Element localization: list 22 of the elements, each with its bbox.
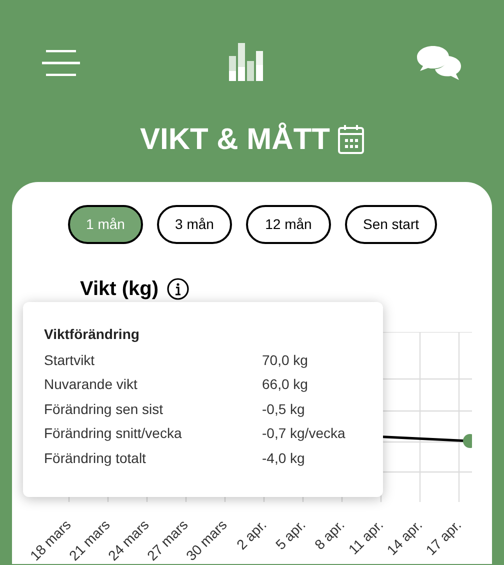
tooltip-title: Viktförändring bbox=[44, 325, 140, 344]
menu-icon[interactable] bbox=[42, 50, 80, 76]
stat-label: Förändring sen sist bbox=[44, 400, 164, 419]
calendar-icon[interactable] bbox=[338, 124, 364, 154]
stat-label: Förändring snitt/vecka bbox=[44, 424, 183, 444]
stat-value: -0,7 kg/vecka bbox=[262, 424, 346, 444]
period-button[interactable]: Sen start bbox=[345, 205, 437, 244]
axis-label: 5 apr. bbox=[271, 516, 310, 555]
stat-value: 66,0 kg bbox=[262, 375, 308, 394]
info-icon[interactable] bbox=[166, 278, 189, 300]
axis-label: 2 apr. bbox=[232, 516, 270, 555]
chart-title: Vikt (kg) bbox=[80, 277, 159, 302]
stat-value: -0,5 kg bbox=[262, 400, 305, 419]
stat-label: Startvikt bbox=[44, 350, 96, 370]
stat-value: -4,0 kg bbox=[262, 448, 305, 468]
stat-label: Nuvarande vikt bbox=[44, 375, 138, 394]
stat-value: 70,0 kg bbox=[262, 350, 308, 370]
period-button[interactable]: 12 mån bbox=[246, 205, 331, 244]
period-button[interactable]: 3 mån bbox=[157, 205, 232, 244]
stat-label: Förändring totalt bbox=[44, 448, 147, 468]
chat-icon[interactable] bbox=[416, 45, 462, 81]
page-title: VIKT & MÅTT bbox=[140, 122, 330, 158]
